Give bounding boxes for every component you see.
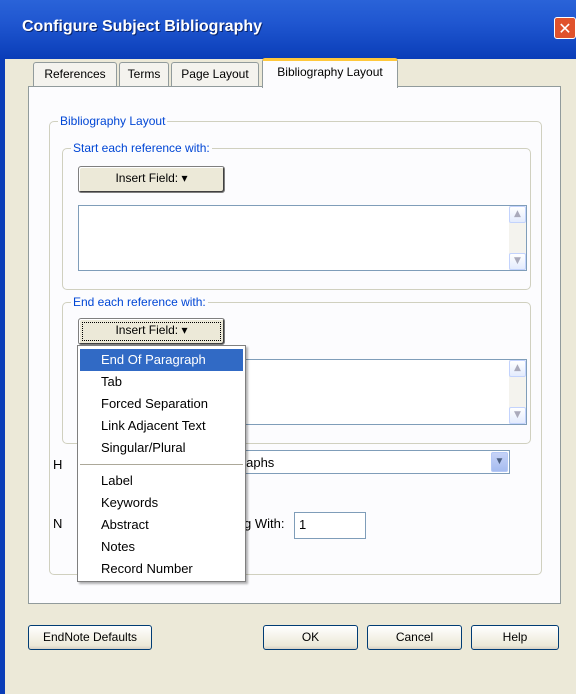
- numbering-label: N: [53, 516, 63, 531]
- dialog-window: Configure Subject Bibliography ✕ Referen…: [0, 0, 576, 694]
- insert-field-menu: End Of Paragraph Tab Forced Separation L…: [77, 345, 246, 582]
- window-title: Configure Subject Bibliography: [22, 18, 263, 35]
- menu-item-keywords[interactable]: Keywords: [80, 492, 243, 514]
- endnote-defaults-button[interactable]: EndNote Defaults: [28, 625, 152, 650]
- window-frame: [0, 59, 5, 694]
- menu-item-tab[interactable]: Tab: [80, 371, 243, 393]
- start-reference-label: Start each reference with:: [71, 141, 212, 155]
- select-arrow-icon[interactable]: ▼: [491, 452, 508, 472]
- title-bar[interactable]: Configure Subject Bibliography ✕: [0, 0, 576, 59]
- tab-terms[interactable]: Terms: [119, 62, 169, 86]
- menu-item-record-number[interactable]: Record Number: [80, 558, 243, 580]
- tab-page-layout[interactable]: Page Layout: [171, 62, 259, 86]
- menu-item-forced-separation[interactable]: Forced Separation: [80, 393, 243, 415]
- scroll-up-icon[interactable]: ▲: [509, 206, 526, 223]
- menu-item-link-adjacent-text[interactable]: Link Adjacent Text: [80, 415, 243, 437]
- cancel-button[interactable]: Cancel: [367, 625, 462, 650]
- start-reference-group: Start each reference with: Insert Field:…: [62, 141, 531, 290]
- vertical-scrollbar[interactable]: ▲ ▼: [509, 206, 526, 270]
- end-reference-label: End each reference with:: [71, 295, 208, 309]
- chevron-down-icon: ▾: [181, 171, 188, 185]
- menu-item-notes[interactable]: Notes: [80, 536, 243, 558]
- help-button[interactable]: Help: [471, 625, 559, 650]
- tab-references[interactable]: References: [33, 62, 117, 86]
- ok-button[interactable]: OK: [263, 625, 358, 650]
- scroll-up-icon[interactable]: ▲: [509, 360, 526, 377]
- group-label: Bibliography Layout: [58, 114, 168, 128]
- numbering-start-input[interactable]: 1: [294, 512, 366, 539]
- start-reference-textarea[interactable]: ▲ ▼: [78, 205, 527, 271]
- scroll-down-icon[interactable]: ▼: [509, 407, 526, 424]
- close-icon[interactable]: ✕: [554, 17, 576, 39]
- vertical-scrollbar[interactable]: ▲ ▼: [509, 360, 526, 424]
- menu-item-singular-plural[interactable]: Singular/Plural: [80, 437, 243, 459]
- insert-field-label: Insert Field:: [115, 171, 179, 185]
- tab-bibliography-layout[interactable]: Bibliography Layout: [262, 58, 398, 88]
- start-insert-field-button[interactable]: Insert Field: ▾: [78, 166, 225, 193]
- numbering-label-end: g With:: [244, 516, 285, 531]
- scroll-down-icon[interactable]: ▼: [509, 253, 526, 270]
- insert-field-label: Insert Field:: [115, 323, 179, 337]
- menu-separator: [80, 464, 243, 465]
- end-insert-field-button[interactable]: Insert Field: ▾: [78, 318, 225, 345]
- menu-item-abstract[interactable]: Abstract: [80, 514, 243, 536]
- layout-select[interactable]: ragraphs ▼: [218, 450, 510, 474]
- heading-label: H: [53, 457, 63, 472]
- chevron-down-icon: ▾: [181, 323, 188, 337]
- menu-item-end-of-paragraph[interactable]: End Of Paragraph: [80, 349, 243, 371]
- menu-item-label[interactable]: Label: [80, 470, 243, 492]
